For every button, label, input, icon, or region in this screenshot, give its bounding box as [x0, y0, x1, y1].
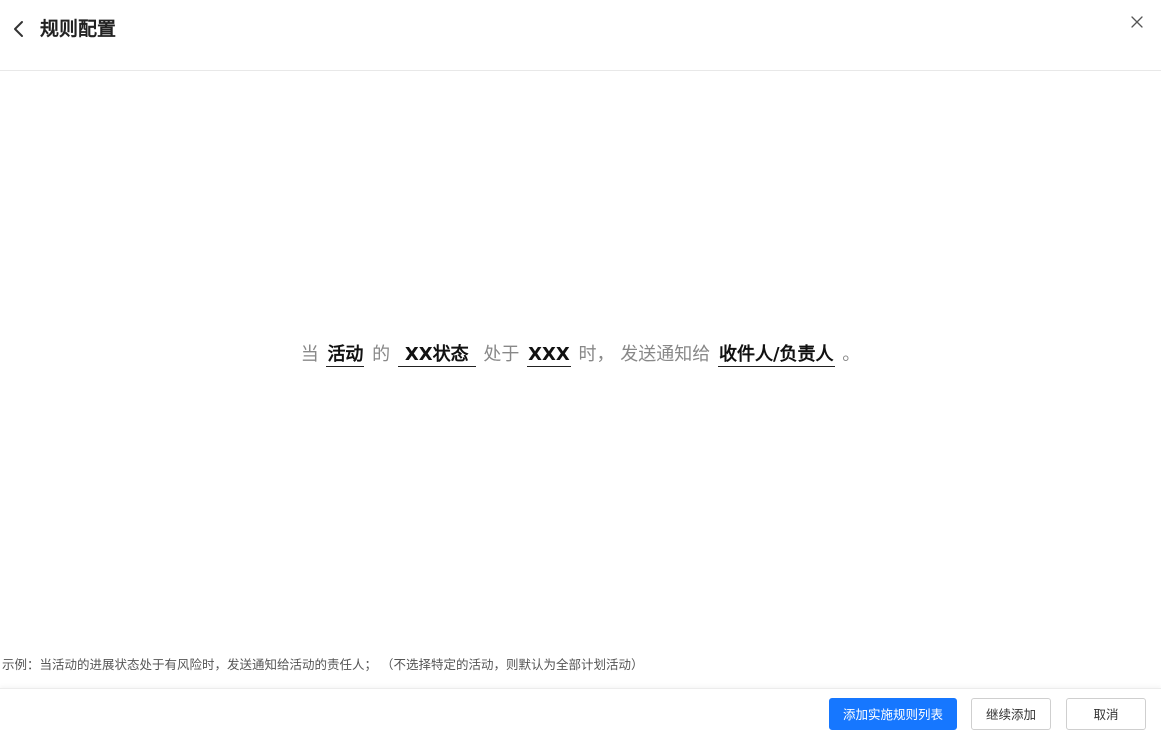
rule-text-of: 的	[372, 344, 391, 365]
dialog-header: 规则配置	[0, 0, 1161, 71]
value-selector[interactable]: XXX	[527, 344, 571, 367]
add-rule-list-button[interactable]: 添加实施规则列表	[829, 698, 957, 730]
rule-text-end: 。	[842, 344, 861, 365]
object-selector[interactable]: 活动	[326, 344, 365, 367]
rule-text-when: 当	[300, 344, 319, 365]
recipient-selector[interactable]: 收件人/负责人	[717, 344, 835, 367]
close-button[interactable]	[1129, 14, 1145, 30]
state-selector[interactable]: XX状态	[397, 344, 476, 367]
rule-sentence: 当 活动 的 XX状态 处于 XXX 时， 发送通知给 收件人/负责人 。	[0, 340, 1161, 370]
continue-add-button[interactable]: 继续添加	[971, 698, 1051, 730]
rule-text-is-in: 处于	[483, 344, 520, 365]
close-icon	[1131, 16, 1143, 28]
rule-config-dialog: 规则配置 当 活动 的 XX状态 处于 XXX 时， 发送通知给 收件人/负责人…	[0, 0, 1161, 732]
cancel-button[interactable]: 取消	[1066, 698, 1146, 730]
chevron-left-icon	[14, 21, 23, 37]
dialog-footer: 添加实施规则列表 继续添加 取消	[0, 688, 1161, 732]
back-button[interactable]	[8, 18, 30, 40]
page-title: 规则配置	[40, 18, 117, 40]
example-hint: 示例：当活动的进展状态处于有风险时，发送通知给活动的责任人； （不选择特定的活动…	[2, 657, 644, 672]
rule-text-then-send: 时， 发送通知给	[578, 344, 711, 365]
